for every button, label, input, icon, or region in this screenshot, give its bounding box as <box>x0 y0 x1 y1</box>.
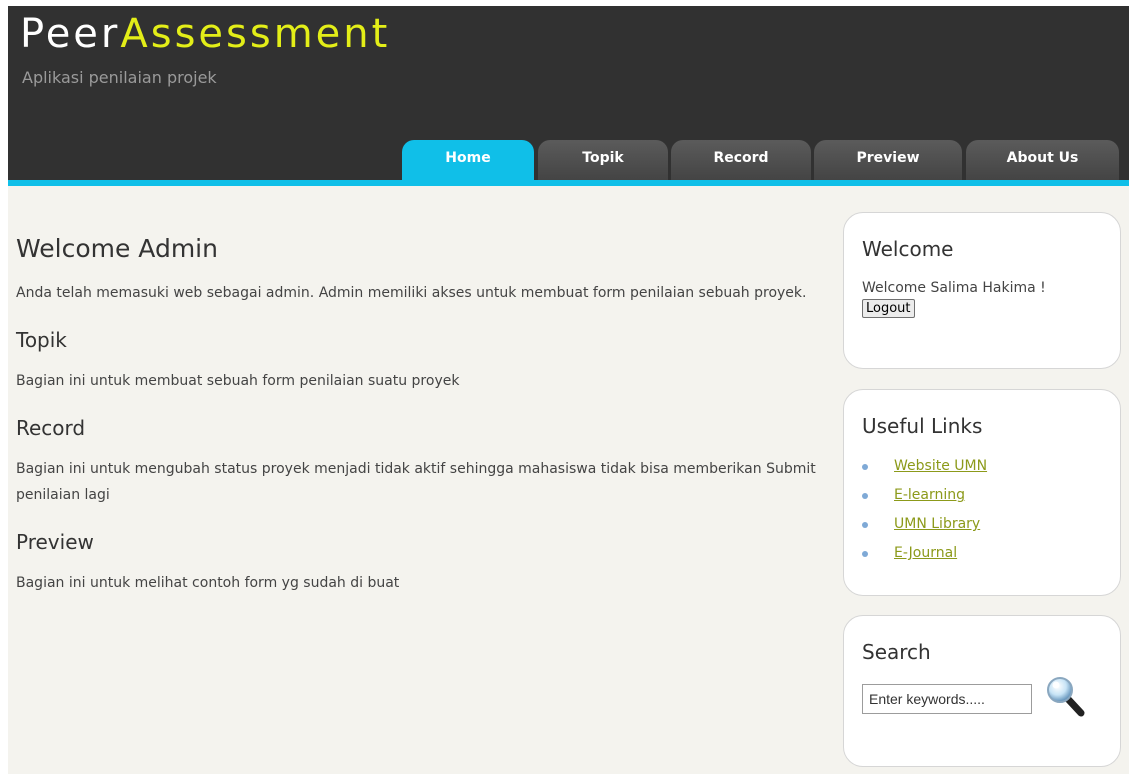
section-heading-preview: Preview <box>16 530 94 554</box>
search-box-title: Search <box>862 640 931 664</box>
intro-text: Anda telah memasuki web sebagai admin. A… <box>16 285 807 301</box>
logout-button[interactable]: Logout <box>862 299 915 318</box>
section-text-preview: Bagian ini untuk melihat contoh form yg … <box>16 575 400 591</box>
list-item: E-learning <box>862 481 1102 510</box>
welcome-box-title: Welcome <box>862 237 954 261</box>
list-item: Website UMN <box>862 452 1102 481</box>
list-item: E-Journal <box>862 539 1102 568</box>
bullet-icon <box>862 464 868 470</box>
useful-links-title: Useful Links <box>862 414 983 438</box>
site-header: PeerAssessment Aplikasi penilaian projek… <box>8 6 1129 180</box>
welcome-box: Welcome Welcome Salima Hakima ! Logout <box>843 212 1121 369</box>
useful-links-list: Website UMN E-learning UMN Library E-Jou… <box>862 452 1102 568</box>
link-umn-library[interactable]: UMN Library <box>894 516 980 532</box>
section-heading-topik: Topik <box>16 328 67 352</box>
page-title: Welcome Admin <box>16 234 218 263</box>
nav-accent-bar <box>8 180 1129 186</box>
search-input[interactable] <box>862 684 1032 714</box>
magnifier-icon-graphic <box>1047 677 1085 717</box>
bullet-icon <box>862 493 868 499</box>
link-website-umn[interactable]: Website UMN <box>894 458 987 474</box>
bullet-icon <box>862 522 868 528</box>
link-e-learning[interactable]: E-learning <box>894 487 965 503</box>
tab-about-us[interactable]: About Us <box>966 140 1119 180</box>
useful-links-box: Useful Links Website UMN E-learning UMN … <box>843 389 1121 596</box>
page: PeerAssessment Aplikasi penilaian projek… <box>8 6 1129 774</box>
logo-text-peer: Peer <box>20 11 121 57</box>
section-heading-record: Record <box>16 416 86 440</box>
tab-preview[interactable]: Preview <box>814 140 962 180</box>
main-content: Welcome Admin Anda telah memasuki web se… <box>16 206 816 596</box>
tab-topik[interactable]: Topik <box>538 140 668 180</box>
section-text-record: Bagian ini untuk mengubah status proyek … <box>16 461 816 503</box>
bullet-icon <box>862 551 868 557</box>
search-box: Search <box>843 615 1121 767</box>
magnifier-icon[interactable] <box>1044 674 1086 718</box>
tab-record[interactable]: Record <box>671 140 811 180</box>
link-e-journal[interactable]: E-Journal <box>894 545 957 561</box>
list-item: UMN Library <box>862 510 1102 539</box>
welcome-user-text: Welcome Salima Hakima ! <box>862 280 1046 296</box>
logo-text-assessment: Assessment <box>120 11 391 57</box>
section-text-topik: Bagian ini untuk membuat sebuah form pen… <box>16 373 460 389</box>
site-slogan: Aplikasi penilaian projek <box>22 68 217 87</box>
search-form <box>862 677 1102 728</box>
site-logo[interactable]: PeerAssessment <box>20 8 390 60</box>
tab-home[interactable]: Home <box>402 140 534 180</box>
